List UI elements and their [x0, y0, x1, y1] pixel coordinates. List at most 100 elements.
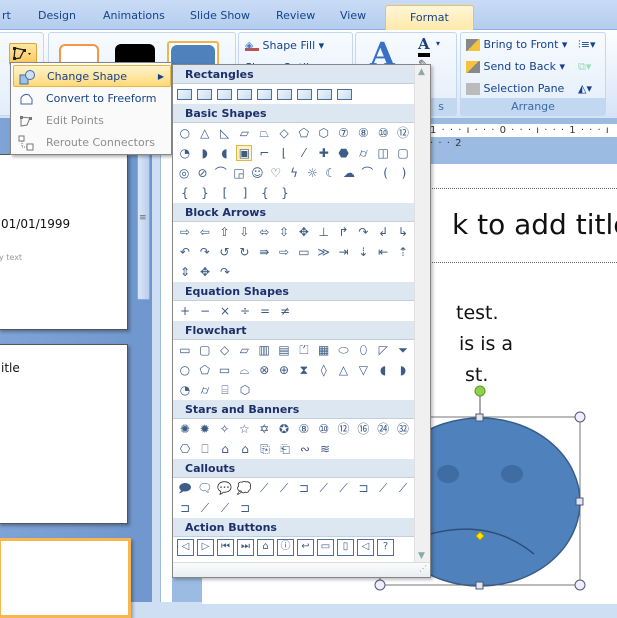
menu-item-reroute-connectors[interactable]: Reroute Connectors	[13, 132, 171, 154]
shape-option-icon[interactable]: ⏍	[296, 342, 312, 358]
shape-option-icon[interactable]: ⎗	[277, 441, 293, 457]
text-fill-icon[interactable]: A	[418, 35, 430, 57]
shape-option-icon[interactable]: ◔	[177, 382, 193, 398]
shape-option-icon[interactable]: }	[197, 185, 213, 201]
shape-option-icon[interactable]: ▢	[395, 145, 411, 161]
shape-option-icon[interactable]: ▭	[177, 342, 193, 358]
shape-option-icon[interactable]: ⇕	[177, 264, 193, 280]
shape-option-icon[interactable]: ▱	[236, 125, 252, 141]
shape-option-icon[interactable]: ⎕	[197, 441, 213, 457]
shape-option-icon[interactable]: ⇦	[197, 224, 213, 240]
shape-option-icon[interactable]: ▦	[316, 342, 332, 358]
shape-option-icon[interactable]: ↱	[336, 224, 352, 240]
shape-option-icon[interactable]: 💭	[236, 480, 252, 496]
shape-option-icon[interactable]: ◗	[395, 362, 411, 378]
shape-option-icon[interactable]: ↶	[177, 244, 193, 260]
shape-option-icon[interactable]: ⑩	[375, 125, 391, 141]
shape-option-icon[interactable]: ⟋	[217, 500, 233, 516]
shape-option-icon[interactable]: ⏷	[395, 342, 411, 358]
shape-option-icon[interactable]: ×	[217, 303, 233, 319]
slide-thumbnail-1[interactable]: 01/01/1999 y text	[0, 154, 128, 330]
shape-option-icon[interactable]: ⌂	[237, 441, 253, 457]
scroll-down-icon[interactable]: ▼	[418, 551, 425, 561]
shape-option-icon[interactable]: }	[277, 185, 293, 201]
shape-option-icon[interactable]: ✥	[296, 224, 312, 240]
shape-option-icon[interactable]: ϟ	[287, 165, 301, 181]
align-button[interactable]: ⫶≡▾	[578, 38, 596, 52]
shape-option-icon[interactable]: ⟋	[316, 480, 332, 496]
shape-option-icon[interactable]: ⬭	[336, 342, 352, 358]
gallery-scrollbar[interactable]: ▲ ▼	[414, 65, 430, 563]
shape-option-icon[interactable]: ⑧	[355, 125, 371, 141]
shape-option-icon[interactable]: ㉜	[395, 421, 411, 437]
rectangle-shape-icon[interactable]	[217, 88, 232, 100]
shape-option-icon[interactable]: ⇡	[395, 244, 411, 260]
tab-animations[interactable]: Animations	[103, 9, 165, 22]
tab-insert[interactable]: rt	[2, 9, 11, 22]
shape-option-icon[interactable]: ⓘ	[277, 538, 294, 556]
shape-option-icon[interactable]: {	[177, 185, 193, 201]
shape-option-icon[interactable]: =	[257, 303, 273, 319]
shape-option-icon[interactable]: ⌸	[217, 382, 233, 398]
shape-option-icon[interactable]: ⇣	[355, 244, 371, 260]
menu-item-edit-points[interactable]: Edit Points	[13, 110, 171, 132]
shape-option-icon[interactable]: ▷	[197, 538, 214, 556]
shape-option-icon[interactable]: ◎	[177, 165, 191, 181]
shape-option-icon[interactable]: {	[257, 185, 273, 201]
shape-option-icon[interactable]: ✚	[316, 145, 332, 161]
shape-option-icon[interactable]: ▣	[236, 145, 253, 161]
shape-option-icon[interactable]: ○	[177, 362, 193, 378]
shape-option-icon[interactable]: ↷	[355, 224, 371, 240]
shape-option-icon[interactable]: ○	[177, 125, 193, 141]
shape-option-icon[interactable]: ↷	[197, 244, 213, 260]
tab-review[interactable]: Review	[276, 9, 315, 22]
text-fill-dropdown-icon[interactable]: ▾	[436, 39, 440, 48]
menu-item-change-shape[interactable]: Change Shape ▶	[13, 65, 171, 87]
shape-option-icon[interactable]: ◁	[357, 538, 374, 556]
shape-option-icon[interactable]: ✺	[177, 421, 193, 437]
shape-option-icon[interactable]: ⌒	[214, 165, 228, 181]
shape-option-icon[interactable]: ◁	[177, 538, 194, 556]
shape-option-icon[interactable]: ⬯	[355, 342, 371, 358]
rectangle-shape-icon[interactable]	[257, 88, 272, 100]
shape-option-icon[interactable]: ◸	[375, 342, 391, 358]
shape-option-icon[interactable]: ⬣	[336, 145, 352, 161]
shape-option-icon[interactable]: △	[336, 362, 352, 378]
shape-option-icon[interactable]: ⏢	[256, 125, 272, 141]
shape-option-icon[interactable]: ⬡	[316, 125, 332, 141]
shape-option-icon[interactable]: ☆	[236, 421, 252, 437]
scroll-up-icon[interactable]: ▲	[418, 67, 425, 77]
shape-option-icon[interactable]: ⌭	[355, 145, 371, 161]
shape-option-icon[interactable]: ⬠	[296, 125, 312, 141]
shape-option-icon[interactable]: ✪	[276, 421, 292, 437]
rectangle-shape-icon[interactable]	[277, 88, 292, 100]
slide-thumbnail-3-selected[interactable]	[0, 538, 131, 618]
shape-option-icon[interactable]: ⁄	[296, 145, 312, 161]
shape-option-icon[interactable]: ▭	[217, 362, 233, 378]
shape-option-icon[interactable]: ⬡	[237, 382, 253, 398]
shape-option-icon[interactable]: [	[217, 185, 233, 201]
shape-option-icon[interactable]: ☼	[305, 165, 319, 181]
shape-option-icon[interactable]: ⑫	[395, 125, 411, 141]
shape-option-icon[interactable]: ⌊	[276, 145, 292, 161]
shape-option-icon[interactable]: ◲	[232, 165, 246, 181]
rectangle-shape-icon[interactable]	[197, 88, 212, 100]
rectangle-shape-icon[interactable]	[237, 88, 252, 100]
panel-scrollbar[interactable]: ≡	[137, 150, 150, 300]
shape-option-icon[interactable]: ⬠	[197, 362, 213, 378]
shape-option-icon[interactable]: ▤	[276, 342, 292, 358]
shape-option-icon[interactable]: ∾	[297, 441, 313, 457]
shape-option-icon[interactable]: ⑩	[316, 421, 332, 437]
shape-option-icon[interactable]: ⎘	[257, 441, 273, 457]
shape-option-icon[interactable]: ▢	[197, 342, 213, 358]
selection-pane-button[interactable]: Selection Pane	[466, 82, 564, 95]
shape-option-icon[interactable]: ☺	[250, 165, 264, 181]
shape-option-icon[interactable]: ⇳	[276, 224, 292, 240]
shape-option-icon[interactable]: ⊐	[237, 500, 253, 516]
shape-option-icon[interactable]: ↺	[217, 244, 233, 260]
slide-body-text[interactable]: test. is is a st.	[456, 298, 513, 391]
shape-option-icon[interactable]: )	[397, 165, 411, 181]
shape-option-icon[interactable]: ◊	[316, 362, 332, 378]
shape-option-icon[interactable]: ⇨	[177, 224, 193, 240]
shape-option-icon[interactable]: ⑯	[355, 421, 371, 437]
